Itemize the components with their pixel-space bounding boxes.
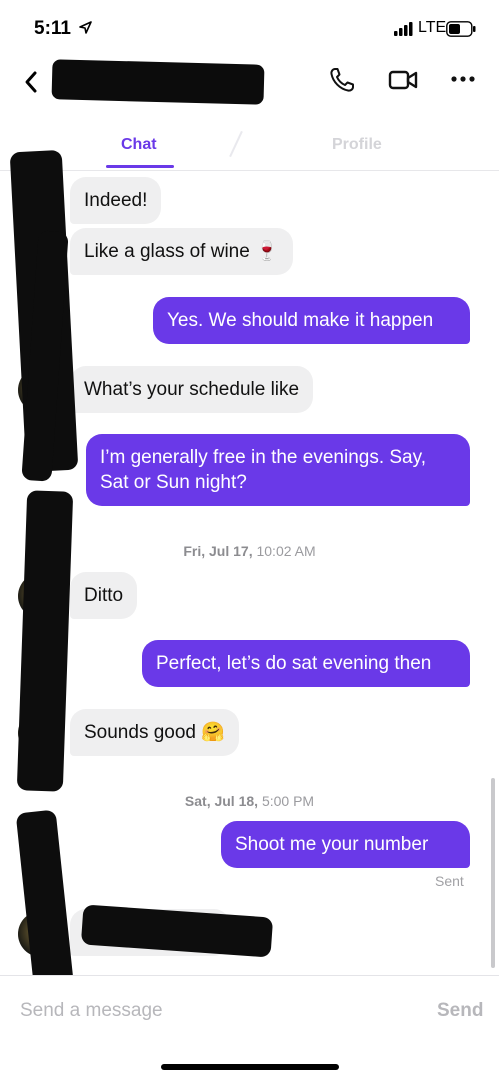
home-indicator[interactable] [161, 1064, 339, 1070]
message-outgoing[interactable]: I’m generally free in the evenings. Say,… [86, 434, 470, 506]
carrier-label: LTE [418, 19, 447, 36]
chat-header: M a [0, 56, 499, 116]
tab-profile[interactable]: Profile [332, 136, 382, 154]
status-time: 5:11 [34, 18, 71, 39]
date-separator: Sat, Jul 18, 5:00 PM [0, 793, 499, 809]
battery-icon [446, 21, 476, 37]
message-outgoing[interactable]: Perfect, let’s do sat evening then [142, 640, 470, 687]
signal-icon [394, 22, 413, 36]
name-redaction [51, 59, 265, 105]
tab-chat[interactable]: Chat [121, 136, 157, 154]
tab-bar: Chat Profile [0, 124, 499, 171]
back-icon[interactable] [22, 70, 40, 94]
scrollbar[interactable] [491, 778, 495, 968]
message-input[interactable] [20, 1000, 380, 1022]
message-incoming[interactable]: Indeed! [70, 177, 162, 224]
message-outgoing[interactable]: Shoot me your number [221, 821, 470, 868]
date-separator-time: 10:02 AM [256, 543, 316, 559]
composer: Send [0, 975, 499, 1046]
video-call-icon[interactable] [388, 68, 418, 92]
message-incoming[interactable]: What’s your schedule like [70, 366, 314, 413]
more-options-icon[interactable] [450, 69, 476, 89]
send-button[interactable]: Send [437, 1000, 483, 1022]
message-incoming[interactable]: Sounds good 🤗 [70, 709, 239, 756]
message-incoming[interactable]: Like a glass of wine 🍷 [70, 228, 293, 275]
tab-divider [229, 130, 243, 158]
location-arrow-icon [79, 21, 92, 34]
active-tab-indicator [106, 165, 174, 168]
date-separator-day: Sat, Jul 18, [184, 793, 259, 809]
phone-icon[interactable] [329, 67, 355, 93]
date-separator-day: Fri, Jul 17, [183, 543, 253, 559]
delivery-status: Sent [435, 873, 464, 889]
message-outgoing[interactable]: Yes. We should make it happen [153, 297, 470, 344]
status-bar: 5:11 LTE [0, 0, 499, 56]
date-separator: Fri, Jul 17, 10:02 AM [0, 543, 499, 559]
date-separator-time: 5:00 PM [261, 793, 315, 809]
message-list[interactable]: Indeed! Like a glass of wine 🍷 Yes. We s… [0, 149, 499, 1013]
redaction-scribble [16, 490, 74, 792]
message-incoming[interactable]: Ditto [70, 572, 138, 619]
